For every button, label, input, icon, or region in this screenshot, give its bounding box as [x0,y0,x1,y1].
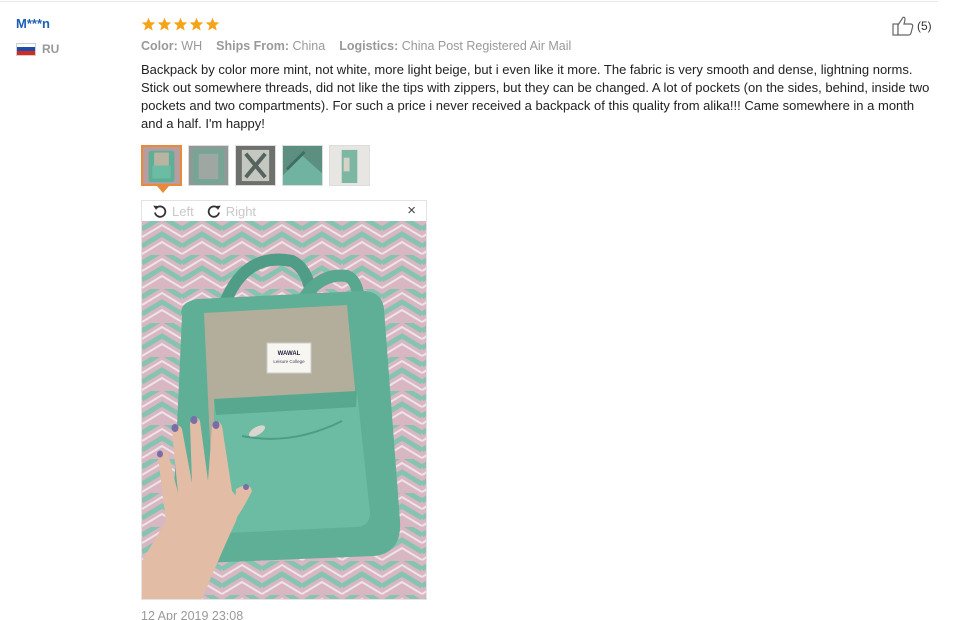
reviewer-info: M***n RU [16,16,126,56]
star-icon [189,17,204,30]
review-date: 12 Apr 2019 23:08 [141,609,244,620]
viewer-toolbar: Left Right × [142,201,426,221]
rotate-left-icon [153,205,167,218]
review-thumbnail-2[interactable] [188,145,229,186]
star-icon [173,17,188,30]
star-rating [141,14,937,34]
country-code: RU [42,42,60,56]
color-info: Color: WH [141,39,203,53]
ships-from-info: Ships From: China [216,39,326,53]
review-image-thumbnails [141,145,937,193]
star-icon [205,17,220,30]
flag-stripe [17,50,35,55]
rotate-left-label: Left [172,203,194,219]
review-divider [0,1,938,2]
rotate-right-button[interactable]: Right [206,203,256,219]
reviewer-name[interactable]: M***n [16,16,126,31]
review-thumbnail-4[interactable] [282,145,323,186]
close-viewer-button[interactable]: × [407,203,416,219]
order-info: Color: WH Ships From: China Logistics: C… [141,39,937,53]
review-body: Color: WH Ships From: China Logistics: C… [141,14,937,600]
review-text: Backpack by color more mint, not white, … [141,62,930,131]
rotate-left-button[interactable]: Left [152,203,194,219]
review-photo-large[interactable]: WAWAL Leisure College [142,221,426,599]
russia-flag-icon [16,42,36,56]
bag-tag-line: Leisure College [273,359,305,364]
star-icon [141,17,156,30]
review-thumbnail-3[interactable] [235,145,276,186]
bag-tag-brand: WAWAL [278,351,301,357]
reviewer-country: RU [16,42,126,56]
logistics-info: Logistics: China Post Registered Air Mai… [339,39,572,53]
review-thumbnail-1[interactable] [141,145,182,186]
review-thumbnail-5[interactable] [329,145,370,186]
selected-thumbnail-indicator [157,186,169,193]
star-icon [157,17,172,30]
rotate-right-label: Right [225,203,257,219]
rotate-right-icon [207,205,221,218]
image-viewer: Left Right × WAWAL Leisure College [141,200,427,600]
